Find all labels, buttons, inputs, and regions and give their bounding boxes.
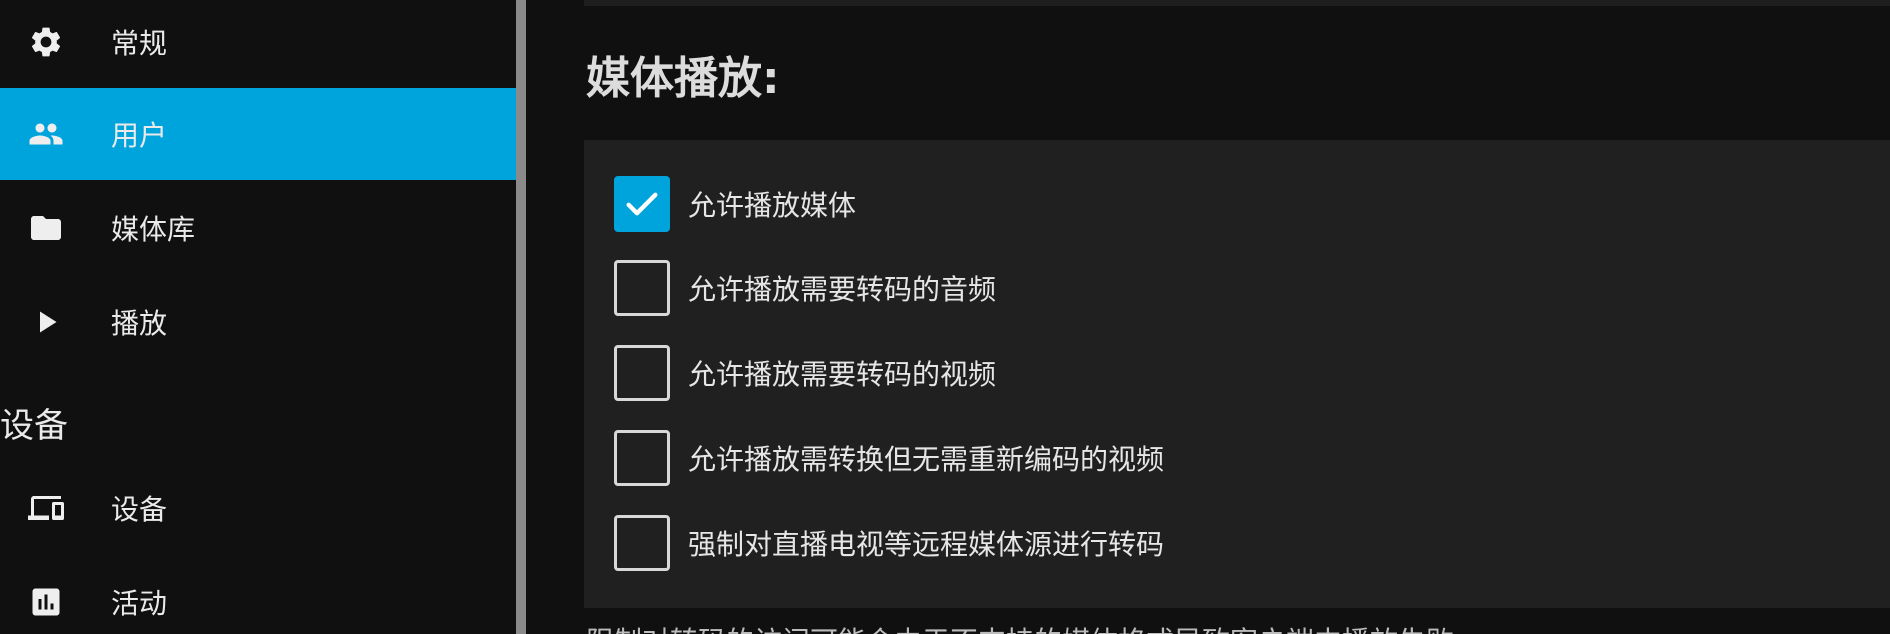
sidebar-item-general[interactable]: 常规 [0, 0, 516, 88]
option-label: 允许播放需要转码的视频 [688, 358, 997, 391]
previous-panel-edge [584, 0, 1890, 6]
media-playback-options-panel: 允许播放媒体 允许播放需要转码的音频 允许播放需要转码的视频 允许播放需转换但无… [584, 140, 1890, 608]
sidebar-item-devices[interactable]: 设备 [0, 462, 516, 554]
option-label: 允许播放需要转码的音频 [688, 273, 997, 306]
checkbox-unchecked[interactable] [614, 345, 670, 401]
option-force-remote-transcoding[interactable]: 强制对直播电视等远程媒体源进行转码 [614, 515, 1854, 571]
option-label: 允许播放媒体 [688, 189, 857, 222]
sidebar-item-activity[interactable]: 活动 [0, 556, 516, 634]
sidebar-item-libraries[interactable]: 媒体库 [0, 182, 516, 274]
app-window: 常规 用户 媒体库 播放 设备 设备 活动 媒体播放: 允许播放媒体 允许播放需… [0, 0, 1890, 634]
option-allow-remux-video[interactable]: 允许播放需转换但无需重新编码的视频 [614, 430, 1854, 486]
transcoding-restriction-note: 限制对转码的访问可能会由于不支持的媒体格式导致客户端中播放失败。 [586, 620, 1482, 634]
sidebar-scrollbar[interactable] [516, 0, 526, 634]
check-icon [626, 192, 658, 216]
sidebar-item-label: 设备 [111, 493, 168, 526]
users-icon [28, 116, 64, 152]
gear-icon [28, 24, 64, 60]
sidebar-item-playback[interactable]: 播放 [0, 276, 516, 368]
checkbox-unchecked[interactable] [614, 515, 670, 571]
devices-icon [28, 490, 64, 526]
section-title-media-playback: 媒体播放: [586, 53, 780, 104]
checkbox-checked[interactable] [614, 176, 670, 232]
option-allow-video-transcoding[interactable]: 允许播放需要转码的视频 [614, 345, 1854, 401]
sidebar-item-label: 用户 [111, 119, 168, 152]
option-label: 强制对直播电视等远程媒体源进行转码 [688, 528, 1165, 561]
checkbox-unchecked[interactable] [614, 430, 670, 486]
sidebar: 常规 用户 媒体库 播放 设备 设备 活动 [0, 0, 516, 634]
option-allow-media-playback[interactable]: 允许播放媒体 [614, 176, 1854, 232]
sidebar-item-label: 常规 [111, 27, 168, 60]
play-icon [28, 304, 64, 340]
sidebar-item-label: 活动 [111, 587, 168, 620]
option-allow-audio-transcoding[interactable]: 允许播放需要转码的音频 [614, 260, 1854, 316]
sidebar-item-label: 媒体库 [111, 213, 196, 246]
option-label: 允许播放需转换但无需重新编码的视频 [688, 443, 1165, 476]
bar-chart-icon [28, 584, 64, 620]
main-content: 媒体播放: 允许播放媒体 允许播放需要转码的音频 允许播放需要转码的视频 允许播… [526, 0, 1890, 634]
sidebar-section-devices: 设备 [0, 406, 68, 446]
sidebar-item-label: 播放 [111, 307, 168, 340]
sidebar-item-users[interactable]: 用户 [0, 88, 516, 180]
checkbox-unchecked[interactable] [614, 260, 670, 316]
folder-icon [28, 210, 64, 246]
